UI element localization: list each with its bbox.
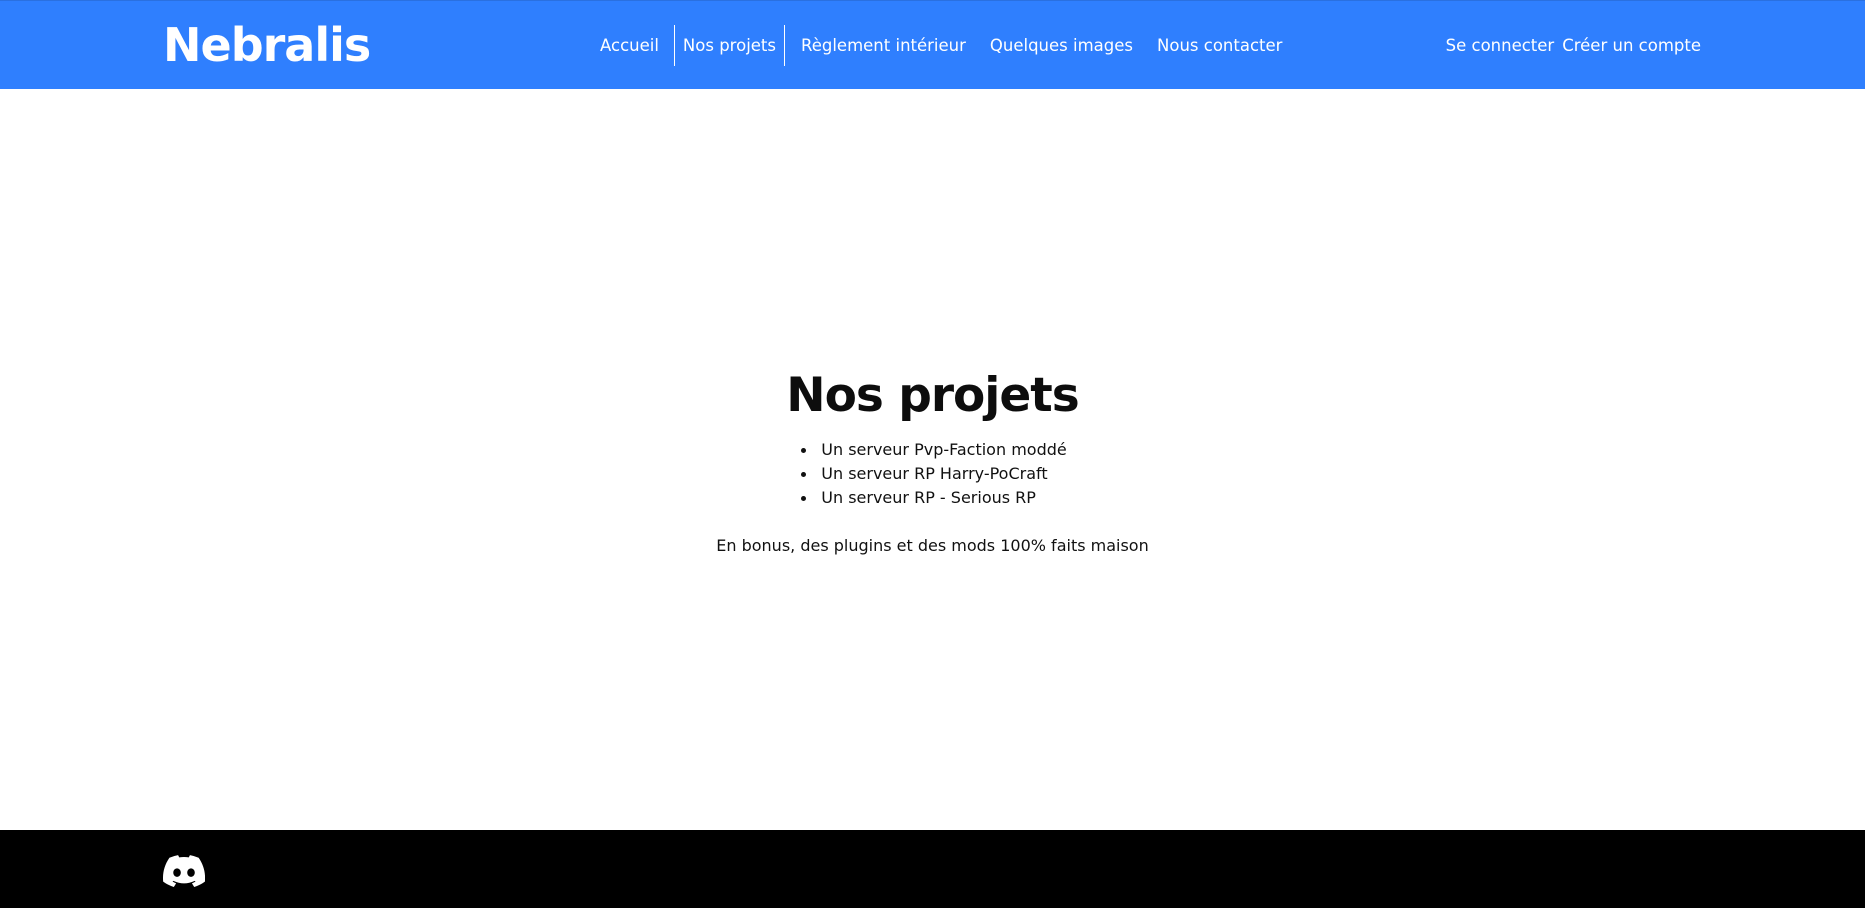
site-footer	[0, 830, 1865, 908]
nav-reglement-interieur[interactable]: Règlement intérieur	[785, 25, 978, 66]
main-content: Nos projets Un serveur Pvp-Faction moddé…	[0, 89, 1865, 830]
register-link[interactable]: Créer un compte	[1562, 25, 1701, 66]
list-item: Un serveur RP Harry-PoCraft	[798, 462, 1066, 486]
main-nav: Accueil Nos projets Règlement intérieur …	[594, 25, 1294, 66]
projects-section: Nos projets Un serveur Pvp-Faction moddé…	[0, 368, 1865, 558]
nav-quelques-images[interactable]: Quelques images	[978, 25, 1145, 66]
nav-nous-contacter[interactable]: Nous contacter	[1145, 25, 1294, 66]
bonus-text: En bonus, des plugins et des mods 100% f…	[716, 536, 1149, 555]
nav-nos-projets[interactable]: Nos projets	[673, 25, 785, 66]
list-item: Un serveur RP - Serious RP	[798, 486, 1066, 510]
site-header: Nebralis Accueil Nos projets Règlement i…	[0, 0, 1865, 89]
page-title: Nos projets	[786, 368, 1080, 423]
discord-icon[interactable]	[162, 855, 206, 887]
auth-links: Se connecter Créer un compte	[1446, 25, 1701, 66]
project-list: Un serveur Pvp-Faction moddé Un serveur …	[798, 438, 1067, 510]
login-link[interactable]: Se connecter	[1446, 25, 1555, 66]
site-logo[interactable]: Nebralis	[163, 19, 371, 71]
nav-accueil[interactable]: Accueil	[594, 25, 674, 66]
list-item: Un serveur Pvp-Faction moddé	[798, 438, 1067, 462]
